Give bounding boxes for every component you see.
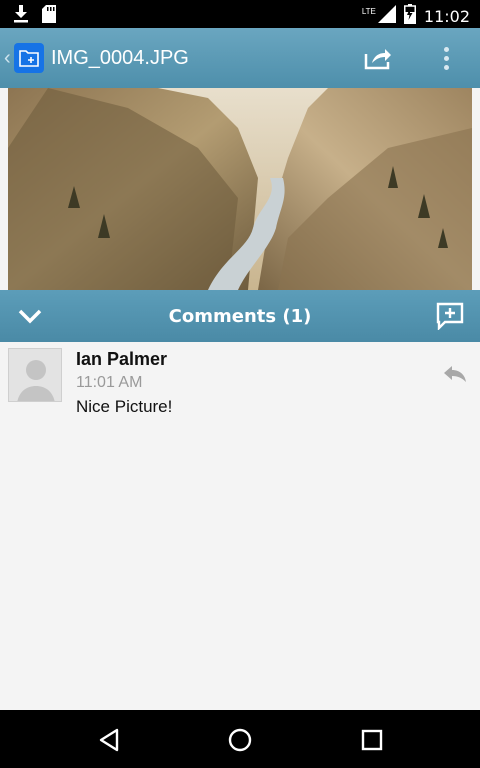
- reply-icon[interactable]: [442, 364, 470, 386]
- page-title: IMG_0004.JPG: [51, 46, 189, 69]
- photo-preview[interactable]: [8, 88, 472, 290]
- share-icon: [364, 49, 391, 70]
- avatar[interactable]: [8, 348, 62, 402]
- comments-header: Comments (1): [0, 290, 480, 342]
- chevron-down-icon[interactable]: [16, 304, 44, 328]
- sd-card-icon: [42, 5, 56, 28]
- comments-title: Comments (1): [168, 305, 312, 327]
- overflow-menu-icon[interactable]: [434, 42, 458, 74]
- status-time: 11:02: [423, 7, 470, 26]
- recents-icon[interactable]: [358, 726, 386, 754]
- back-icon[interactable]: [96, 726, 124, 754]
- comment-item: Ian Palmer 11:01 AM Nice Picture!: [0, 342, 480, 432]
- folder-icon[interactable]: [14, 43, 44, 73]
- back-caret-icon[interactable]: ‹: [4, 47, 14, 70]
- add-comment-icon[interactable]: [436, 302, 464, 331]
- navigation-bar: [0, 710, 480, 768]
- download-icon: [14, 5, 28, 28]
- comment-author: Ian Palmer: [76, 349, 168, 369]
- signal-icon: [377, 5, 396, 28]
- home-icon[interactable]: [226, 726, 254, 754]
- comment-time: 11:01 AM: [76, 374, 143, 391]
- network-type: LTE: [361, 7, 376, 16]
- status-bar: LTE 11:02: [0, 0, 480, 28]
- comment-text: Nice Picture!: [76, 397, 173, 416]
- action-bar: ‹ IMG_0004.JPG: [0, 28, 480, 88]
- battery-icon: [403, 4, 416, 29]
- share-button[interactable]: [362, 42, 394, 74]
